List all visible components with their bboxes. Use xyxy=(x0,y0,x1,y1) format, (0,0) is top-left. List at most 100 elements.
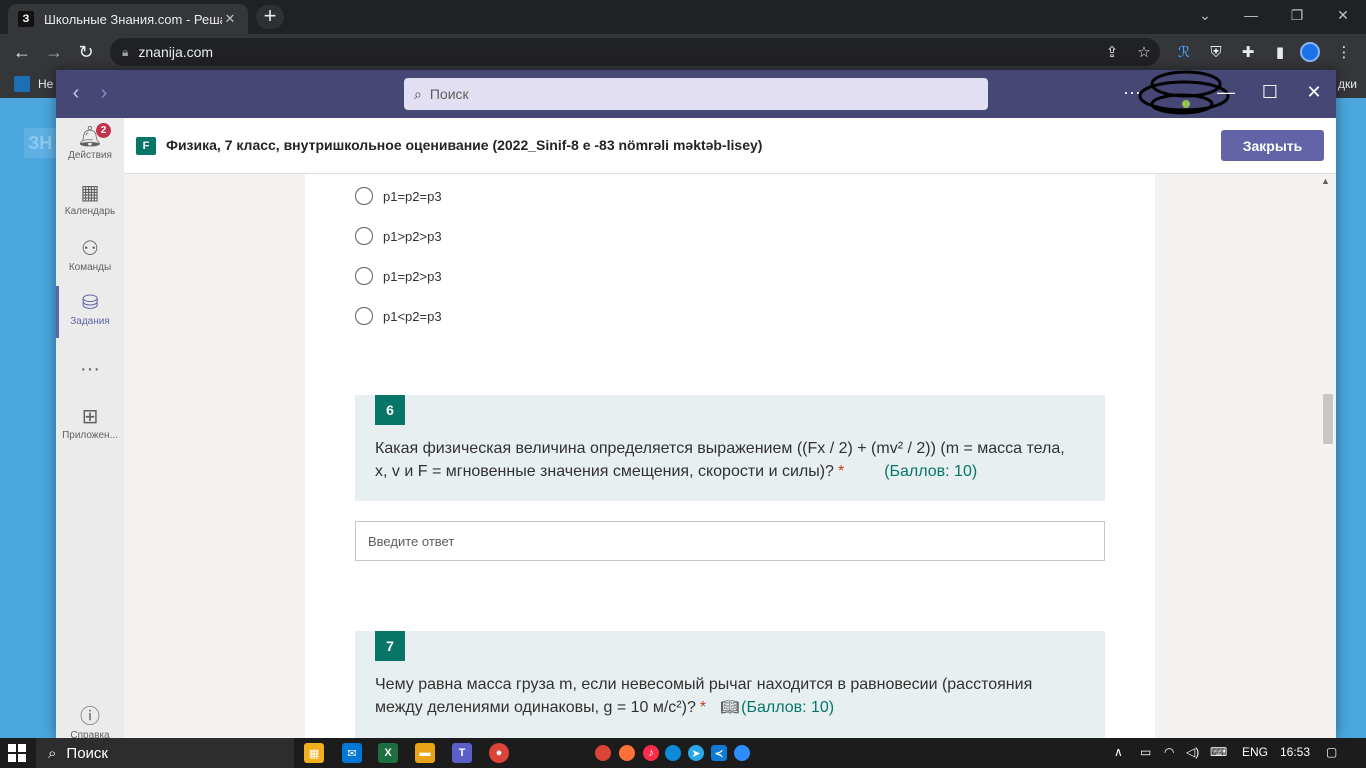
teams-maximize-button[interactable]: ☐ xyxy=(1256,82,1284,103)
question-text: Какая физическая величина определяется в… xyxy=(375,437,1075,483)
chrome-icon[interactable] xyxy=(595,745,611,761)
radio-button[interactable] xyxy=(355,187,373,205)
help-icon: ⓘ xyxy=(80,706,100,728)
radio-button[interactable] xyxy=(355,267,373,285)
scroll-up-icon[interactable]: ▲ xyxy=(1321,176,1330,186)
windows-start-icon[interactable] xyxy=(8,744,26,762)
rail-item-calendar[interactable]: ▦ Календарь xyxy=(56,176,124,228)
radio-button[interactable] xyxy=(355,227,373,245)
teams-taskbar-icon[interactable]: T xyxy=(452,743,472,763)
more-icon: ··· xyxy=(80,358,100,380)
question-number: 6 xyxy=(375,395,405,425)
immersive-reader-icon[interactable]: 📖︎ xyxy=(720,699,739,716)
chrome-taskbar-icon[interactable]: ● xyxy=(489,743,509,763)
bookmark-item-right[interactable]: дки xyxy=(1338,77,1357,91)
volume-icon[interactable]: ◁) xyxy=(1186,745,1199,759)
lock-icon: 🔒︎ xyxy=(122,44,129,59)
rail-item-label: Действия xyxy=(68,150,112,161)
answer-input[interactable]: Введите ответ xyxy=(355,521,1105,561)
puzzle-extensions-icon[interactable]: ✚ xyxy=(1238,42,1258,62)
url-text: znanija.com xyxy=(138,44,214,60)
rail-item-label: Календарь xyxy=(64,206,116,217)
file-explorer-icon[interactable]: ▬ xyxy=(415,743,435,763)
battery-icon[interactable]: ▭ xyxy=(1140,745,1151,759)
teams-window: ‹ › ⌕ Поиск ··· — ☐ ✕ 🔔︎ 2 Действия ▦ Ка… xyxy=(56,70,1336,741)
app-header: F Физика, 7 класс, внутришкольное оценив… xyxy=(124,118,1336,174)
option-2[interactable]: p1>p2>p3 xyxy=(355,226,442,246)
scrollbar-thumb[interactable] xyxy=(1323,394,1333,444)
notifications-icon[interactable]: ▢ xyxy=(1326,745,1337,759)
scrollbar[interactable] xyxy=(1320,174,1336,738)
teams-close-button[interactable]: ✕ xyxy=(1300,82,1328,103)
reload-button[interactable]: ↻ xyxy=(74,40,98,64)
window-close-button[interactable]: ✕ xyxy=(1320,0,1366,30)
teams-forward-button[interactable]: › xyxy=(92,82,116,105)
rail-item-label: Задания xyxy=(70,316,110,327)
zoom-icon[interactable] xyxy=(734,745,750,761)
restore-button[interactable]: ❐ xyxy=(1274,0,1320,30)
close-button[interactable]: Закрыть xyxy=(1221,130,1324,161)
excel-icon[interactable]: X xyxy=(378,743,398,763)
wifi-icon[interactable]: ◠ xyxy=(1164,745,1174,759)
radio-button[interactable] xyxy=(355,307,373,325)
points-label: (Баллов: 10) xyxy=(884,463,978,480)
address-bar[interactable]: 🔒︎ znanija.com xyxy=(110,38,1160,66)
share-icon[interactable]: ⇪ xyxy=(1102,42,1122,62)
calendar-icon: ▦ xyxy=(80,182,100,204)
widgets-icon[interactable]: ▦ xyxy=(304,743,324,763)
bell-icon: 🔔︎ xyxy=(77,126,103,148)
points-label: (Баллов: 10) xyxy=(741,699,835,716)
taskbar-search-label: Поиск xyxy=(66,744,108,762)
rail-item-label: Приложен... xyxy=(62,430,118,441)
teams-icon: ⚇ xyxy=(81,238,99,260)
vscode-icon[interactable]: ≺ xyxy=(711,745,727,761)
new-tab-button[interactable]: + xyxy=(256,5,284,29)
taskbar-search[interactable]: ⌕ Поиск xyxy=(36,738,294,768)
edge-icon[interactable] xyxy=(665,745,681,761)
option-label: p1=p2>p3 xyxy=(383,268,442,284)
forward-button[interactable]: → xyxy=(42,40,66,64)
browser-tab[interactable]: З Школьные Знания.com - Решае ✕ xyxy=(8,4,248,34)
teams-search-input[interactable]: ⌕ Поиск xyxy=(404,78,988,110)
rail-item-apps[interactable]: ⊞ Приложен... xyxy=(56,400,124,452)
notification-badge: 2 xyxy=(96,123,111,138)
mail-icon[interactable]: ✉ xyxy=(342,743,362,763)
question-number: 7 xyxy=(375,631,405,661)
option-1[interactable]: p1=p2=p3 xyxy=(355,186,442,206)
minimize-button[interactable]: — xyxy=(1228,0,1274,30)
tab-title: Школьные Знания.com - Решае xyxy=(44,11,222,27)
back-button[interactable]: ← xyxy=(10,40,34,64)
option-label: p1=p2=p3 xyxy=(383,188,442,204)
telegram-icon[interactable]: ➤ xyxy=(688,745,704,761)
teams-back-button[interactable]: ‹ xyxy=(64,82,88,105)
music-icon[interactable]: ♪ xyxy=(643,745,659,761)
tray-chevron-icon[interactable]: ∧ xyxy=(1114,745,1123,759)
backpack-icon: ⛁ xyxy=(81,292,99,314)
clock[interactable]: 16:53 xyxy=(1280,745,1310,759)
option-3[interactable]: p1=p2>p3 xyxy=(355,266,442,286)
rail-item-activity[interactable]: 🔔︎ 2 Действия xyxy=(56,120,124,172)
side-panel-icon[interactable]: ▮ xyxy=(1270,42,1290,62)
question-text: Чему равна масса груза m, если невесомый… xyxy=(375,673,1075,719)
language-indicator[interactable]: ENG xyxy=(1242,745,1268,759)
browser-tab-bar: З Школьные Знания.com - Решае ✕ + ⌄ — ❐ … xyxy=(0,0,1366,34)
shield-extension-icon[interactable]: ⛨ xyxy=(1206,42,1226,62)
option-4[interactable]: p1<p2=p3 xyxy=(355,306,442,326)
bookmark-star-icon[interactable]: ☆ xyxy=(1134,42,1154,62)
profile-avatar[interactable] xyxy=(1300,42,1320,62)
tab-close-icon[interactable]: ✕ xyxy=(222,11,238,27)
windows-taskbar: ⌕ Поиск ▦ ✉ X ▬ T ● ♪ ➤ ≺ ∧ ▭ ◠ ◁) ⌨ ENG… xyxy=(0,738,1366,768)
keyboard-icon[interactable]: ⌨ xyxy=(1210,745,1227,759)
bookmark-item[interactable]: Не xyxy=(38,77,53,91)
rail-item-assignments[interactable]: ⛁ Задания xyxy=(56,286,124,338)
firefox-icon[interactable] xyxy=(619,745,635,761)
teams-minimize-button[interactable]: — xyxy=(1212,82,1240,103)
extension-r-icon[interactable]: ℛ xyxy=(1174,42,1194,62)
tab-search-icon[interactable]: ⌄ xyxy=(1182,0,1228,30)
option-label: p1>p2>p3 xyxy=(383,228,442,244)
rail-item-more[interactable]: ··· xyxy=(56,352,124,382)
required-marker: * xyxy=(699,699,707,716)
rail-item-teams[interactable]: ⚇ Команды xyxy=(56,232,124,284)
chrome-menu-icon[interactable]: ⋮ xyxy=(1334,42,1354,62)
znanija-favicon-icon: З xyxy=(18,11,34,27)
